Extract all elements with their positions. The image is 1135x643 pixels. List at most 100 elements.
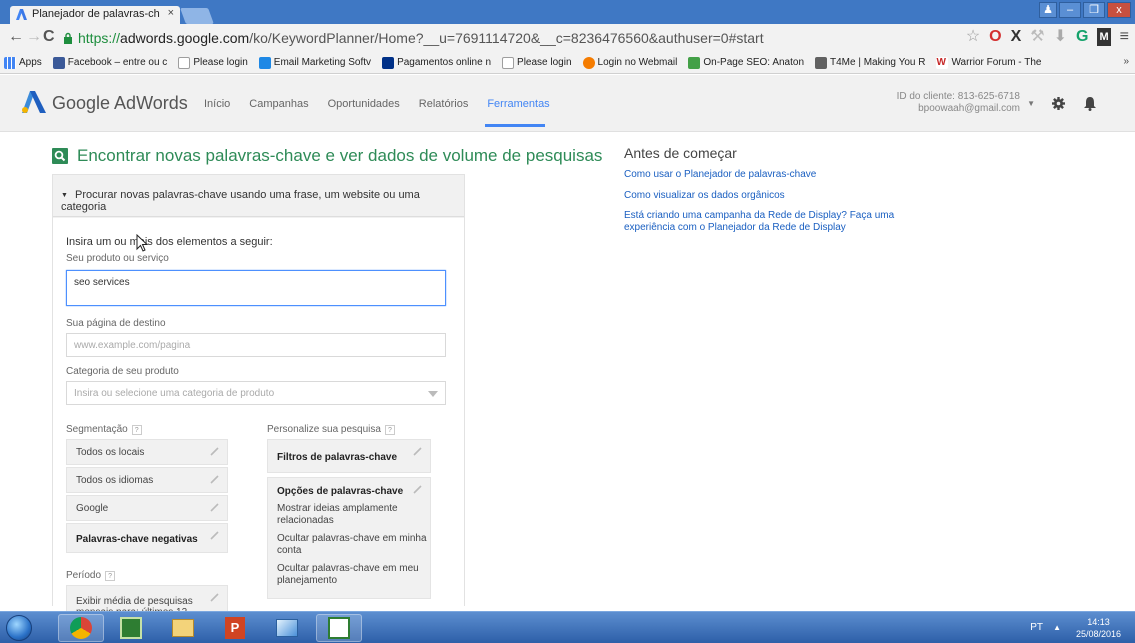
help-link-organic-data[interactable]: Como visualizar os dados orgânicos	[624, 190, 785, 202]
new-tab-button[interactable]	[180, 8, 214, 24]
grammarly-extension-icon[interactable]: G	[1076, 28, 1088, 46]
nav-relatorios[interactable]: Relatórios	[419, 98, 469, 110]
bookmark-label: Please login	[517, 57, 572, 68]
nav-oportunidades[interactable]: Oportunidades	[328, 98, 400, 110]
nav-inicio[interactable]: Início	[204, 98, 230, 110]
tools-extension-icon[interactable]: ⚒	[1030, 28, 1044, 46]
start-button[interactable]	[6, 615, 32, 641]
chrome-icon	[70, 617, 92, 639]
bookmark-item[interactable]: Please login	[502, 56, 572, 69]
chrome-menu-icon[interactable]: ≡	[1120, 28, 1129, 46]
bookmark-item[interactable]: Please login	[178, 56, 248, 69]
adwords-header: Google AdWords Início Campanhas Oportuni…	[0, 75, 1135, 132]
download-extension-icon[interactable]: ⬇	[1054, 28, 1067, 46]
url-scheme: https://	[78, 30, 121, 46]
gear-icon[interactable]	[1052, 97, 1065, 110]
help-icon[interactable]: ?	[384, 425, 395, 435]
client-id: ID do cliente: 813-625-6718	[896, 91, 1020, 102]
system-clock[interactable]: 14:13 25/08/2016	[1076, 616, 1121, 640]
bookmark-label: Please login	[193, 57, 248, 68]
bookmark-item[interactable]: On-Page SEO: Anaton	[688, 56, 804, 69]
user-profile-icon[interactable]: ♟	[1039, 2, 1057, 18]
windows-taskbar: P PT ▲ 14:13 25/08/2016	[0, 611, 1135, 643]
powerpoint-icon: P	[225, 617, 245, 639]
help-icon[interactable]: ?	[131, 425, 142, 435]
taskbar-chrome[interactable]	[58, 614, 104, 642]
category-select[interactable]: Insira ou selecione uma categoria de pro…	[66, 381, 446, 405]
minimize-button[interactable]: –	[1059, 2, 1081, 18]
window-controls: ♟ – ❐ x	[1039, 2, 1131, 18]
landing-page-placeholder: www.example.com/pagina	[74, 340, 191, 351]
adwords-logo-icon[interactable]	[22, 91, 46, 113]
taskbar-explorer[interactable]	[160, 614, 206, 642]
help-link-display-planner[interactable]: Está criando uma campanha da Rede de Dis…	[624, 210, 924, 234]
language-indicator[interactable]: PT	[1030, 622, 1043, 633]
account-dropdown-icon[interactable]: ▼	[1027, 99, 1035, 108]
help-link-keyword-planner[interactable]: Como usar o Planejador de palavras-chave	[624, 169, 816, 181]
account-info[interactable]: ID do cliente: 813-625-6718 bpoowaah@gma…	[897, 91, 1020, 115]
back-arrow-icon[interactable]: ←	[8, 29, 24, 45]
taskbar-powerpoint[interactable]: P	[212, 614, 258, 642]
browser-toolbar: ← → C https:// adwords.google.com /ko/Ke…	[0, 24, 1135, 52]
chip-label: Todos os locais	[76, 447, 145, 458]
keyword-search-panel: ▼ Procurar novas palavras-chave usando u…	[52, 174, 465, 615]
forward-arrow-icon[interactable]: →	[26, 29, 42, 45]
expand-triangle-icon: ▼	[61, 192, 68, 199]
targeting-locations[interactable]: Todos os locais	[66, 439, 228, 465]
paypal-icon	[382, 56, 395, 69]
browser-tab[interactable]: Planejador de palavras-ch ×	[10, 6, 180, 24]
bell-icon[interactable]	[1083, 96, 1097, 111]
targeting-network[interactable]: Google	[66, 495, 228, 521]
section-toggle[interactable]: ▼ Procurar novas palavras-chave usando u…	[53, 175, 464, 217]
pencil-icon	[210, 531, 219, 540]
x-extension-icon[interactable]: X	[1011, 28, 1022, 46]
period-label: Período?	[66, 570, 116, 581]
camtasia-icon	[120, 617, 142, 639]
pencil-icon	[413, 485, 422, 494]
taskbar-camtasia-recorder[interactable]	[316, 614, 362, 642]
bookmark-item[interactable]: Facebook – entre ou c	[52, 56, 167, 69]
before-you-start-title: Antes de começar	[624, 145, 737, 161]
t4me-icon	[815, 56, 828, 69]
tab-close-icon[interactable]: ×	[168, 7, 174, 19]
email-marketing-icon	[258, 56, 271, 69]
reload-icon[interactable]: C	[43, 29, 55, 45]
pencil-icon	[413, 447, 422, 456]
seo-icon	[688, 56, 701, 69]
address-bar[interactable]: https:// adwords.google.com /ko/KeywordP…	[62, 28, 932, 48]
close-window-button[interactable]: x	[1107, 2, 1131, 18]
category-label: Categoria de seu produto	[66, 366, 179, 377]
tray-expand-icon[interactable]: ▲	[1053, 623, 1061, 632]
landing-page-input[interactable]: www.example.com/pagina	[66, 333, 446, 357]
search-icon	[52, 148, 68, 164]
bookmark-item[interactable]: Pagamentos online n	[382, 56, 491, 69]
main-nav: Início Campanhas Oportunidades Relatório…	[204, 98, 550, 110]
keyword-options[interactable]: Opções de palavras-chave Mostrar ideias …	[267, 477, 431, 599]
product-input[interactable]: seo services	[66, 270, 446, 306]
maximize-button[interactable]: ❐	[1083, 2, 1105, 18]
bookmark-star-icon[interactable]: ☆	[966, 28, 980, 46]
brand-name[interactable]: Google AdWords	[52, 93, 188, 114]
page-icon	[502, 56, 515, 69]
nav-ferramentas[interactable]: Ferramentas	[487, 98, 549, 110]
clock-time: 14:13	[1087, 617, 1110, 627]
taskbar-app[interactable]	[264, 614, 310, 642]
bookmark-item[interactable]: T4Me | Making You R	[815, 56, 925, 69]
bookmark-item[interactable]: Apps	[4, 56, 42, 69]
product-input-value: seo services	[74, 277, 130, 288]
targeting-label-text: Segmentação	[66, 424, 128, 435]
opera-extension-icon[interactable]: O	[989, 28, 1001, 46]
bookmark-item[interactable]: Email Marketing Softv	[258, 56, 371, 69]
cpanel-icon	[582, 56, 595, 69]
taskbar-camtasia[interactable]	[108, 614, 154, 642]
bookmarks-overflow-icon[interactable]: »	[1123, 56, 1129, 67]
targeting-languages[interactable]: Todos os idiomas	[66, 467, 228, 493]
bookmark-item[interactable]: W Warrior Forum - The	[936, 56, 1041, 69]
nav-campanhas[interactable]: Campanhas	[249, 98, 308, 110]
bookmark-item[interactable]: Login no Webmail	[582, 56, 677, 69]
help-icon[interactable]: ?	[105, 571, 116, 581]
keyword-filters[interactable]: Filtros de palavras-chave	[267, 439, 431, 473]
targeting-negative-keywords[interactable]: Palavras-chave negativas	[66, 523, 228, 553]
facebook-icon	[52, 56, 65, 69]
mail-extension-icon[interactable]: M	[1097, 28, 1111, 46]
